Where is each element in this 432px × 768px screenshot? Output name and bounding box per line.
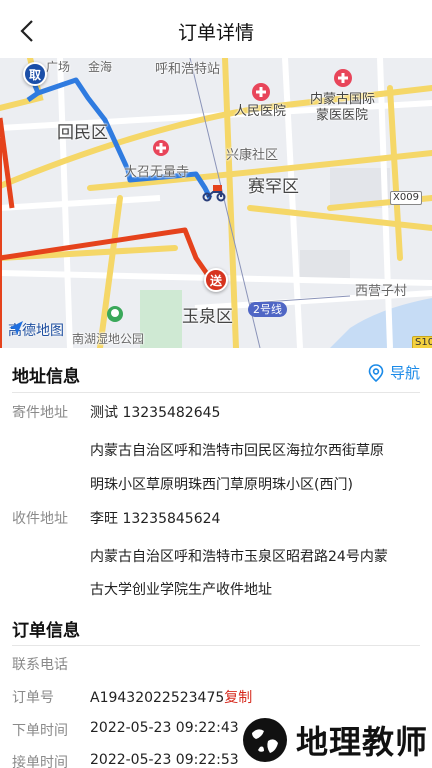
map-label-xingkang: 兴康社区 — [226, 148, 279, 163]
watermark-text: 地理教师 — [296, 723, 429, 761]
order-section-title: 订单信息 — [12, 621, 80, 641]
navigation-arrow-icon — [9, 321, 23, 335]
hospital-label-mengyi-1: 内蒙古国际 — [310, 92, 376, 107]
receiver-address-line-1: 内蒙古自治区呼和浩特市玉泉区昭君路24号内蒙 — [90, 549, 388, 565]
order-number-label: 订单号 — [12, 690, 54, 706]
receiver-address-line-2: 古大学创业学院生产收件地址 — [90, 582, 272, 598]
divider — [12, 392, 420, 393]
park-pin-icon — [107, 306, 123, 322]
pickup-marker[interactable]: 取 — [23, 62, 47, 86]
map-label-plaza: 广场 — [46, 60, 71, 74]
globe-logo-icon — [243, 718, 287, 762]
page-title: 订单详情 — [177, 22, 254, 44]
map-label-wetland: 南湖湿地公园 — [72, 332, 145, 346]
metro-line-tag: 2号线 — [248, 302, 287, 317]
hospital-label-mengyi-2: 蒙医医院 — [316, 108, 369, 123]
order-number-row: A19432022523475复制 — [90, 687, 252, 707]
address-section-title: 地址信息 — [12, 367, 80, 387]
map-label-yuquan: 玉泉区 — [182, 307, 233, 327]
hospital-pin-icon — [252, 83, 270, 101]
receiver-contact: 李旺 13235845624 — [90, 511, 221, 527]
map-label-hohhot-station: 呼和浩特站 — [155, 62, 221, 77]
location-pin-icon — [368, 363, 384, 382]
sender-label: 寄件地址 — [12, 405, 68, 421]
app-header: 订单详情 — [0, 0, 432, 62]
road-tag-s10: S10 — [412, 336, 432, 348]
navigate-button[interactable]: 导航 — [366, 362, 420, 383]
watermark: 地理教师 — [240, 712, 430, 768]
hospital-pin-icon — [334, 69, 352, 87]
map-label-jinhai: 金海 — [88, 60, 113, 74]
sender-address-line-1: 内蒙古自治区呼和浩特市回民区海拉尔西街草原 — [90, 443, 384, 459]
copy-button[interactable]: 复制 — [224, 690, 252, 706]
courier-scooter-icon — [202, 185, 226, 202]
sender-contact: 测试 13235482645 — [90, 405, 221, 421]
temple-pin-icon — [153, 140, 169, 156]
receiver-label: 收件地址 — [12, 511, 68, 527]
route-map[interactable]: 广场 金海 呼和浩特站 回民区 兴康社区 赛罕区 大召无量寺 玉泉区 西营子村 … — [0, 58, 432, 348]
map-label-dazhao: 大召无量寺 — [124, 165, 190, 180]
amap-logo: 高德地图 — [8, 320, 64, 340]
hospital-label-renmin: 人民医院 — [234, 104, 287, 119]
road-tag-x009: X009 — [390, 191, 422, 205]
map-label-saihan: 赛罕区 — [248, 177, 299, 197]
accepted-time-label: 接单时间 — [12, 755, 68, 768]
map-label-xiyingzi: 西营子村 — [355, 284, 408, 299]
navigate-label: 导航 — [389, 364, 420, 382]
map-label-huimin: 回民区 — [57, 123, 108, 143]
order-number-value: A19432022523475 — [90, 690, 225, 706]
created-time-value: 2022-05-23 09:22:43 — [90, 720, 239, 736]
created-time-label: 下单时间 — [12, 723, 68, 739]
sender-address-line-2: 明珠小区草原明珠西门草原明珠小区(西门) — [90, 477, 353, 493]
phone-label: 联系电话 — [12, 657, 68, 673]
accepted-time-value: 2022-05-23 09:22:53 — [90, 752, 239, 768]
deliver-marker[interactable]: 送 — [204, 268, 228, 292]
divider — [12, 645, 420, 646]
